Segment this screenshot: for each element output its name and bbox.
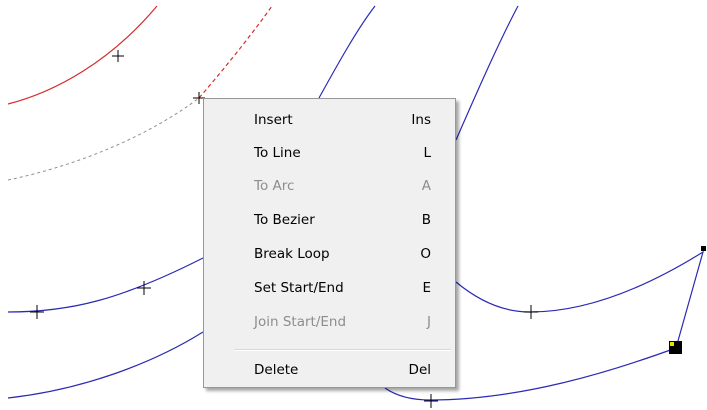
menu-item-join-start-end: Join Start/End J	[206, 305, 453, 338]
menu-item-label: Delete	[254, 362, 299, 378]
corner-node-handle[interactable]	[701, 246, 706, 251]
selected-node-marker	[670, 342, 674, 346]
menu-item-label: Break Loop	[254, 246, 330, 262]
node-handle[interactable]	[424, 394, 438, 408]
menu-separator	[234, 349, 451, 351]
blue-path-left-loop[interactable]	[7, 257, 204, 313]
menu-item-shortcut: E	[422, 280, 431, 296]
menu-item-label: Join Start/End	[254, 314, 347, 330]
menu-item-shortcut: L	[423, 145, 431, 161]
node-handle[interactable]	[524, 305, 538, 319]
blue-path-lower[interactable]	[7, 331, 204, 399]
blue-path-upper[interactable]	[318, 5, 376, 99]
menu-item-set-start-end[interactable]: Set Start/End E	[206, 271, 453, 304]
menu-item-to-arc: To Arc A	[206, 169, 453, 202]
menu-item-shortcut: O	[420, 246, 431, 262]
menu-item-label: Insert	[254, 112, 293, 128]
menu-item-break-loop[interactable]: Break Loop O	[206, 237, 453, 270]
menu-item-insert[interactable]: Insert Ins	[206, 103, 453, 136]
red-dashed-path[interactable]	[198, 5, 273, 99]
menu-item-label: To Arc	[254, 178, 295, 194]
gray-dashed-path[interactable]	[7, 97, 200, 181]
menu-item-shortcut: J	[427, 314, 431, 330]
menu-item-label: To Line	[254, 145, 301, 161]
node-handle[interactable]	[112, 50, 124, 62]
node-handle[interactable]	[30, 305, 44, 319]
menu-item-label: To Bezier	[254, 212, 315, 228]
blue-path-right-top[interactable]	[455, 5, 519, 141]
menu-item-to-line[interactable]: To Line L	[206, 136, 453, 169]
menu-item-shortcut: Ins	[411, 112, 431, 128]
menu-item-delete[interactable]: Delete Del	[206, 353, 453, 386]
menu-item-to-bezier[interactable]: To Bezier B	[206, 203, 453, 236]
menu-item-shortcut: Del	[408, 362, 431, 378]
menu-item-shortcut: A	[421, 178, 431, 194]
red-path[interactable]	[7, 5, 158, 105]
menu-item-shortcut: B	[421, 212, 431, 228]
menu-item-label: Set Start/End	[254, 280, 344, 296]
context-menu: Insert Ins To Line L To Arc A To Bezier …	[203, 98, 456, 388]
